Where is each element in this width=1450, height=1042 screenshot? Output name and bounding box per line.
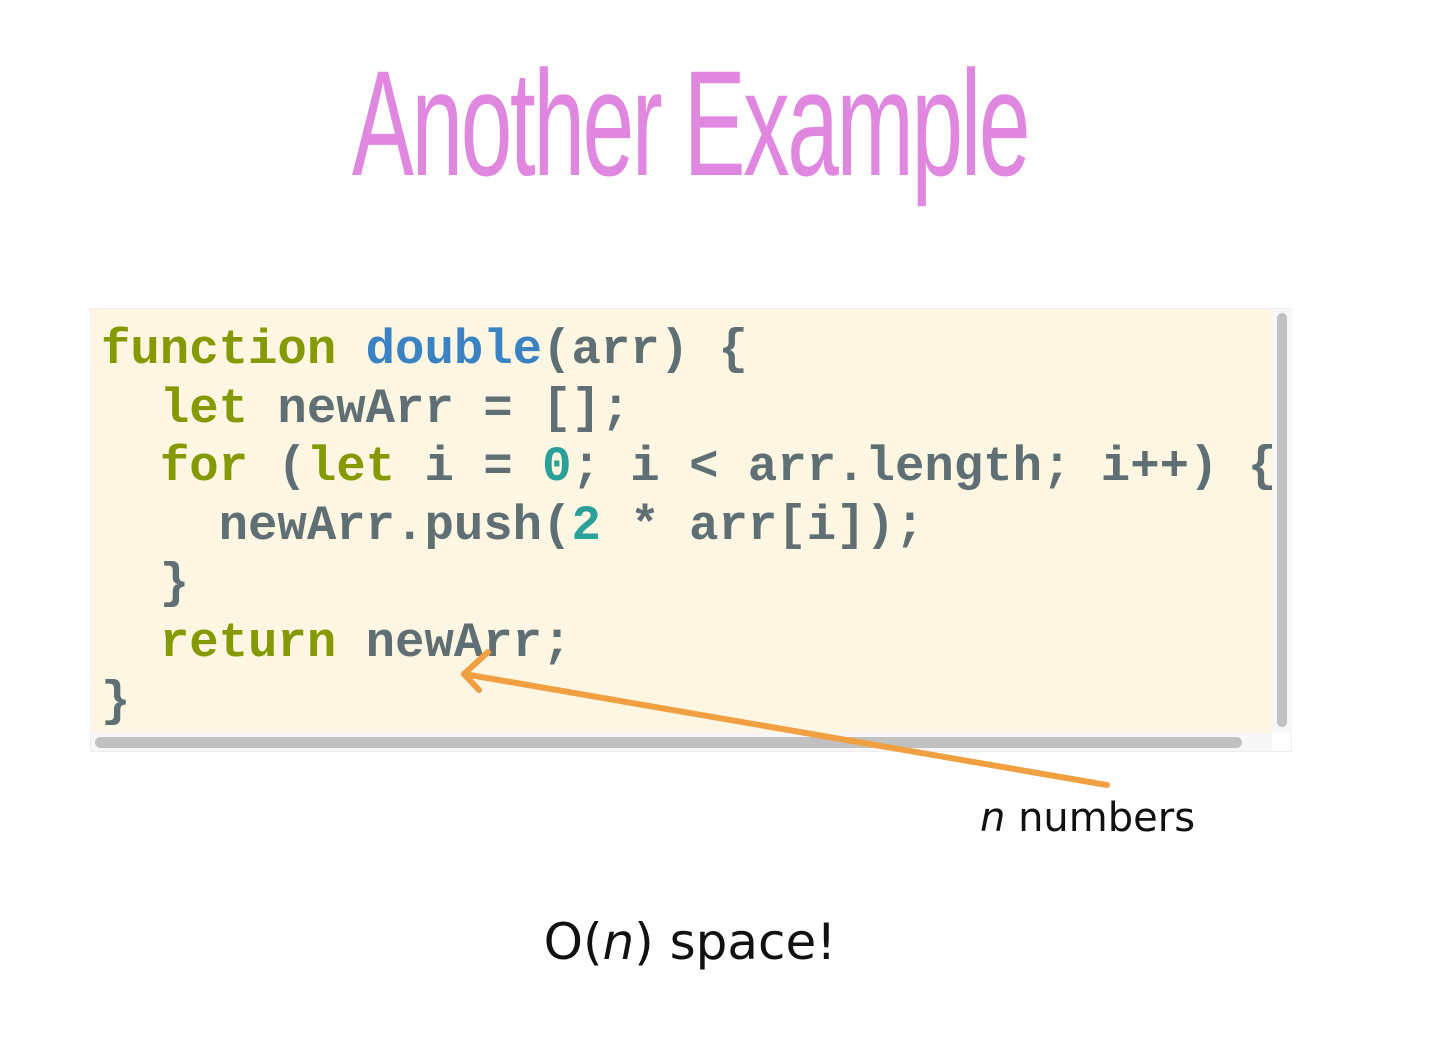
code-line: newArr.push(2 * arr[i]); (101, 497, 1272, 556)
caption-label: numbers (1005, 795, 1196, 841)
code-viewport[interactable]: function double(arr) { let newArr = []; … (91, 309, 1272, 733)
code-line: } (101, 555, 1272, 614)
code-token-num: 0 (542, 439, 572, 496)
code-token-kw: let (306, 439, 396, 496)
horizontal-scrollbar-thumb[interactable] (95, 737, 1242, 748)
arrow-caption: n numbers (980, 792, 1240, 844)
code-token-plain: newArr = []; (248, 380, 631, 437)
slide-title: Another Example (351, 39, 1031, 207)
code-line: return newArr; (101, 614, 1272, 673)
code-token-kw: let (159, 380, 249, 437)
code-block: function double(arr) { let newArr = []; … (90, 308, 1292, 752)
horizontal-scrollbar[interactable] (91, 733, 1272, 751)
code-line: for (let i = 0; i < arr.length; i++) { (101, 438, 1272, 497)
conclusion-text: O(n) space! (0, 910, 1380, 974)
code-token-kw: return (159, 614, 337, 671)
code-lines: function double(arr) { let newArr = []; … (101, 321, 1272, 731)
code-token-fn: double (365, 322, 543, 378)
code-token-plain: * arr[i]); (600, 497, 925, 554)
code-token-num: 2 (571, 497, 601, 554)
code-token-kw: function (101, 322, 337, 378)
code-token-plain: (arr) { (542, 322, 748, 378)
code-token-kw: for (159, 439, 249, 496)
code-line: } (101, 673, 1272, 732)
code-token-plain: } (101, 673, 131, 730)
code-token-plain: newArr.push( (101, 497, 572, 554)
code-token-plain: } (101, 556, 190, 613)
conclusion-prefix: O( (543, 913, 603, 971)
code-line: let newArr = []; (101, 380, 1272, 439)
code-token-plain: ; i < arr.length; i++) { (571, 439, 1273, 496)
conclusion-variable: n (602, 913, 635, 971)
vertical-scrollbar-thumb[interactable] (1277, 313, 1287, 727)
caption-variable: n (980, 795, 1006, 841)
code-token-plain: i = (395, 439, 543, 496)
vertical-scrollbar[interactable] (1272, 309, 1292, 733)
code-token-plain: newArr; (336, 614, 572, 671)
conclusion-suffix: ) space! (634, 913, 837, 971)
code-token-plain: ( (248, 439, 307, 496)
code-line: function double(arr) { (101, 321, 1272, 380)
